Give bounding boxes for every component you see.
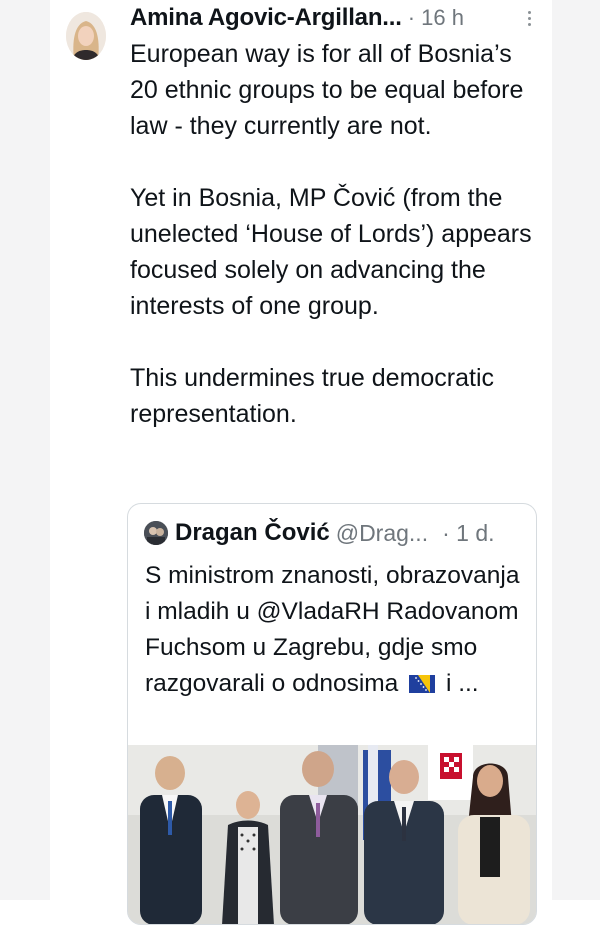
author-name[interactable]: Amina Agovic-Argillan... [130, 4, 402, 32]
quoted-text-ellipsis: i ... [445, 670, 479, 697]
quoted-author-avatar-image [144, 521, 168, 545]
quoted-author-name[interactable]: Dragan Čović [175, 519, 330, 547]
tweet-text: European way is for all of Bosnia’s 20 e… [130, 36, 545, 432]
quoted-tweet-card[interactable]: Dragan Čović @Drag... · 1 d. S ministrom… [127, 503, 537, 925]
quoted-author-avatar [144, 521, 168, 545]
tweet-paragraph: Yet in Bosnia, MP Čović (from the unelec… [130, 184, 532, 320]
tweet-timestamp[interactable]: · 16 h [408, 5, 464, 31]
meeting-photo-image [128, 745, 536, 924]
tweet-paragraph: This undermines true democratic represen… [130, 364, 495, 428]
quoted-tweet-photo[interactable] [128, 745, 536, 924]
right-gutter [552, 0, 600, 900]
quoted-tweet-header: Dragan Čović @Drag... · 1 d. [175, 516, 495, 550]
author-avatar[interactable] [66, 12, 106, 60]
quoted-tweet-text: S ministrom znanosti, obrazovanja i mlad… [145, 558, 527, 702]
left-gutter [0, 0, 50, 900]
author-avatar-image [66, 12, 106, 60]
tweet-header: Amina Agovic-Argillan... · 16 h [130, 3, 464, 33]
quoted-tweet-timestamp[interactable]: · 1 d. [442, 520, 494, 547]
tweet-paragraph: European way is for all of Bosnia’s 20 e… [130, 40, 524, 140]
bosnia-flag-icon [409, 668, 436, 693]
more-options-icon[interactable] [524, 8, 534, 30]
quoted-author-handle[interactable]: @Drag... [336, 520, 428, 547]
